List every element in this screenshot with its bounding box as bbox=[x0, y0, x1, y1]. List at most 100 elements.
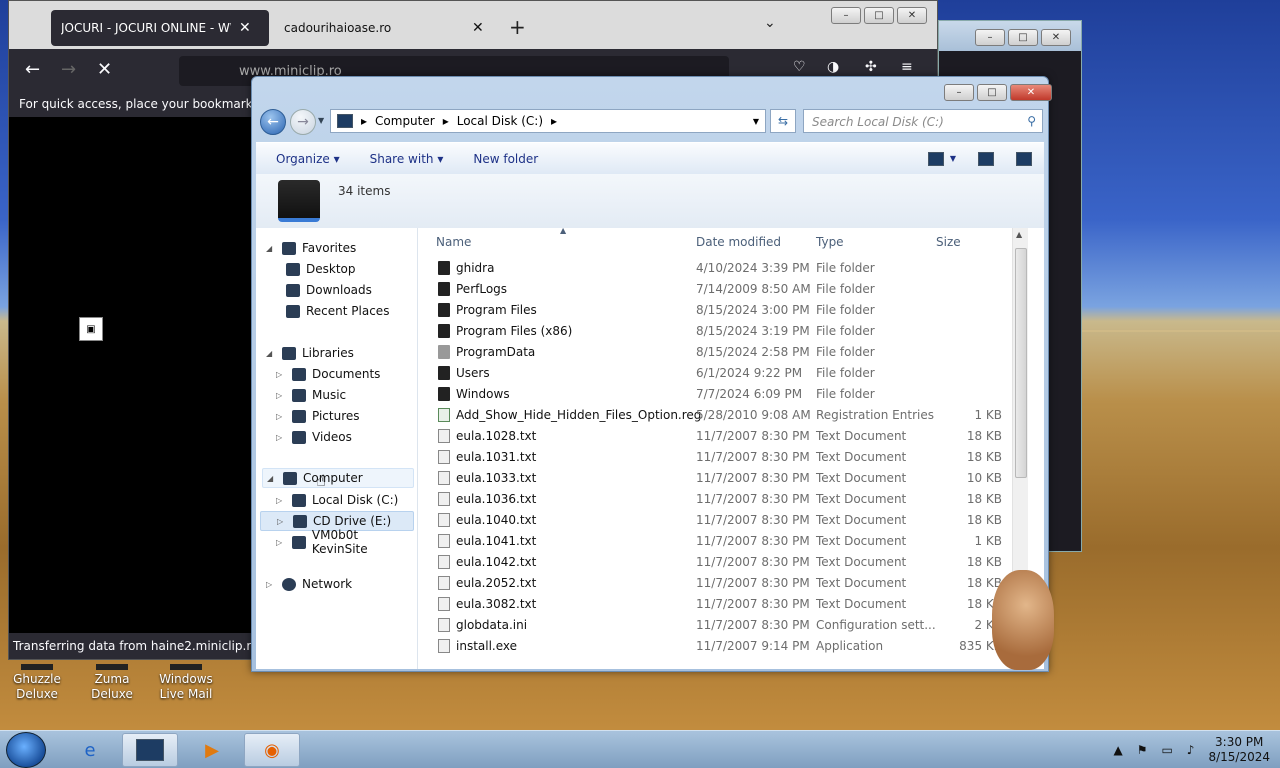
minimize-button[interactable]: – bbox=[831, 7, 861, 24]
nav-videos[interactable]: ▷ Videos bbox=[276, 427, 352, 447]
nav-libraries[interactable]: ◢ Libraries bbox=[266, 343, 354, 363]
nav-recent-places[interactable]: Recent Places bbox=[286, 301, 389, 321]
expand-arrow-icon[interactable]: ▷ bbox=[276, 370, 286, 379]
expand-arrow-icon[interactable]: ◢ bbox=[266, 244, 276, 253]
internet-explorer-icon[interactable]: e bbox=[62, 733, 118, 767]
flag-icon[interactable]: ⚑ bbox=[1137, 743, 1148, 757]
file-row[interactable]: eula.3082.txt 11/7/2007 8:30 PM Text Docum… bbox=[420, 594, 1020, 615]
hamster-desktop-pet[interactable] bbox=[992, 570, 1054, 670]
file-row[interactable]: globdata.ini 11/7/2007 8:30 PM Configurati… bbox=[420, 615, 1020, 636]
expand-arrow-icon[interactable]: ▷ bbox=[276, 412, 286, 421]
nav-downloads[interactable]: Downloads bbox=[286, 280, 372, 300]
expand-arrow-icon[interactable]: ▷ bbox=[276, 538, 286, 547]
column-size[interactable]: Size bbox=[936, 235, 961, 249]
file-row[interactable]: Program Files 8/15/2024 3:00 PM File folde… bbox=[420, 300, 1020, 321]
preview-pane-icon[interactable] bbox=[978, 151, 994, 166]
plugin-placeholder-icon[interactable]: ▣ bbox=[79, 317, 103, 341]
maximize-button[interactable]: □ bbox=[1008, 29, 1038, 46]
file-row[interactable]: eula.1042.txt 11/7/2007 8:30 PM Text Docum… bbox=[420, 552, 1020, 573]
nav-documents[interactable]: ▷ Documents bbox=[276, 364, 380, 384]
back-button[interactable]: ← bbox=[260, 109, 286, 135]
file-row[interactable]: Add_Show_Hide_Hidden_Files_Option.reg 5/2… bbox=[420, 405, 1020, 426]
file-row[interactable]: ghidra 4/10/2024 3:39 PM File folder bbox=[420, 258, 1020, 279]
close-tab-icon[interactable]: ✕ bbox=[239, 20, 251, 36]
file-row[interactable]: eula.1033.txt 11/7/2007 8:30 PM Text Docum… bbox=[420, 468, 1020, 489]
file-row[interactable]: Windows 7/7/2024 6:09 PM File folder bbox=[420, 384, 1020, 405]
expand-arrow-icon[interactable]: ◢ bbox=[267, 474, 277, 483]
forward-arrow-icon[interactable]: → bbox=[61, 59, 76, 80]
address-dropdown-icon[interactable]: ▼ bbox=[753, 117, 759, 126]
expand-arrow-icon[interactable]: ▷ bbox=[276, 391, 286, 400]
expand-arrow-icon[interactable]: ▷ bbox=[266, 580, 276, 589]
background-window-titlebar[interactable]: – □ ✕ bbox=[939, 21, 1081, 51]
nav-network-share[interactable]: ▷ VM0b0t KevinSite bbox=[276, 528, 417, 556]
nav-computer[interactable]: ◢ Computer bbox=[262, 468, 414, 488]
nav-favorites[interactable]: ◢ Favorites bbox=[266, 238, 356, 258]
explorer-titlebar[interactable]: – □ ✕ bbox=[252, 77, 1052, 107]
search-input[interactable]: Search Local Disk (C:) ⚲ bbox=[803, 109, 1043, 133]
menu-icon[interactable]: ≡ bbox=[901, 59, 913, 75]
share-with-button[interactable]: Share with ▾ bbox=[370, 152, 444, 166]
nav-desktop[interactable]: Desktop bbox=[286, 259, 356, 279]
maximize-button[interactable]: □ bbox=[977, 84, 1007, 101]
nav-network[interactable]: ▷ Network bbox=[266, 574, 352, 594]
file-row[interactable]: Users 6/1/2024 9:22 PM File folder bbox=[420, 363, 1020, 384]
stop-icon[interactable]: ✕ bbox=[97, 59, 112, 80]
nav-pictures[interactable]: ▷ Pictures bbox=[276, 406, 360, 426]
back-arrow-icon[interactable]: ← bbox=[25, 59, 40, 80]
file-row[interactable]: eula.1036.txt 11/7/2007 8:30 PM Text Docum… bbox=[420, 489, 1020, 510]
close-button[interactable]: ✕ bbox=[1010, 84, 1052, 101]
file-row[interactable]: eula.2052.txt 11/7/2007 8:30 PM Text Docum… bbox=[420, 573, 1020, 594]
recent-pages-icon[interactable]: ▼ bbox=[318, 116, 324, 125]
media-player-icon[interactable]: ▶ bbox=[184, 733, 240, 767]
search-icon[interactable]: ⚲ bbox=[1027, 114, 1036, 128]
expand-arrow-icon[interactable]: ▷ bbox=[276, 433, 286, 442]
desktop-icon-live-mail[interactable]: Windows Live Mail bbox=[151, 664, 221, 702]
explorer-window[interactable]: – □ ✕ ← → ▼ ▸ Computer ▸ Local Disk (C:)… bbox=[251, 76, 1052, 672]
expand-arrow-icon[interactable]: ◢ bbox=[266, 349, 276, 358]
file-row[interactable]: install.exe 11/7/2007 9:14 PM Application 8… bbox=[420, 636, 1020, 657]
account-icon[interactable]: ◑ bbox=[827, 59, 839, 75]
file-row[interactable]: eula.1031.txt 11/7/2007 8:30 PM Text Docum… bbox=[420, 447, 1020, 468]
breadcrumb-separator-icon[interactable]: ▸ bbox=[443, 114, 449, 128]
close-button[interactable]: ✕ bbox=[1041, 29, 1071, 46]
close-button[interactable]: ✕ bbox=[897, 7, 927, 24]
scroll-up-icon[interactable]: ▲ bbox=[1016, 230, 1022, 239]
refresh-icon[interactable]: ⇆ bbox=[770, 109, 796, 133]
column-date[interactable]: Date modified bbox=[696, 235, 781, 249]
desktop-icon-zuma[interactable]: Zuma Deluxe bbox=[77, 664, 147, 702]
show-hidden-icons-icon[interactable]: ▲ bbox=[1113, 743, 1122, 757]
file-row[interactable]: Program Files (x86) 8/15/2024 3:19 PM File… bbox=[420, 321, 1020, 342]
minimize-button[interactable]: – bbox=[975, 29, 1005, 46]
forward-button[interactable]: → bbox=[290, 109, 316, 135]
file-row[interactable]: PerfLogs 7/14/2009 8:50 AM File folder bbox=[420, 279, 1020, 300]
file-row[interactable]: ProgramData 8/15/2024 2:58 PM File folder bbox=[420, 342, 1020, 363]
start-button[interactable] bbox=[6, 732, 46, 768]
network-status-icon[interactable]: ▭ bbox=[1161, 743, 1172, 757]
column-type[interactable]: Type bbox=[816, 235, 844, 249]
scrollbar-thumb[interactable] bbox=[1015, 248, 1027, 478]
nav-music[interactable]: ▷ Music bbox=[276, 385, 346, 405]
address-bar[interactable]: ▸ Computer ▸ Local Disk (C:) ▸ ▼ bbox=[330, 109, 766, 133]
tab-cadouri[interactable]: cadourihaioase.ro ✕ bbox=[274, 10, 494, 46]
explorer-taskbar-button[interactable] bbox=[122, 733, 178, 767]
new-folder-button[interactable]: New folder bbox=[473, 152, 538, 166]
file-row[interactable]: eula.1040.txt 11/7/2007 8:30 PM Text Docum… bbox=[420, 510, 1020, 531]
extensions-icon[interactable]: ✣ bbox=[865, 59, 877, 75]
list-tabs-button[interactable]: ⌄ bbox=[764, 15, 776, 31]
change-view-button[interactable]: ▼ bbox=[927, 151, 956, 166]
file-row[interactable]: eula.1028.txt 11/7/2007 8:30 PM Text Docum… bbox=[420, 426, 1020, 447]
breadcrumb-separator-icon[interactable]: ▸ bbox=[551, 114, 557, 128]
column-name[interactable]: Name bbox=[436, 235, 471, 249]
tab-jocuri[interactable]: JOCURI - JOCURI ONLINE - WW ✕ bbox=[51, 10, 269, 46]
pocket-icon[interactable]: ♡ bbox=[793, 59, 806, 75]
clock[interactable]: 3:30 PM 8/15/2024 bbox=[1208, 735, 1270, 765]
minimize-button[interactable]: – bbox=[944, 84, 974, 101]
volume-icon[interactable]: ♪ bbox=[1187, 743, 1195, 757]
file-row[interactable]: eula.1041.txt 11/7/2007 8:30 PM Text Docum… bbox=[420, 531, 1020, 552]
maximize-button[interactable]: □ bbox=[864, 7, 894, 24]
organize-button[interactable]: Organize ▾ bbox=[276, 152, 340, 166]
firefox-icon[interactable]: ◉ bbox=[244, 733, 300, 767]
breadcrumb-separator-icon[interactable]: ▸ bbox=[361, 114, 367, 128]
expand-arrow-icon[interactable]: ▷ bbox=[276, 496, 286, 505]
